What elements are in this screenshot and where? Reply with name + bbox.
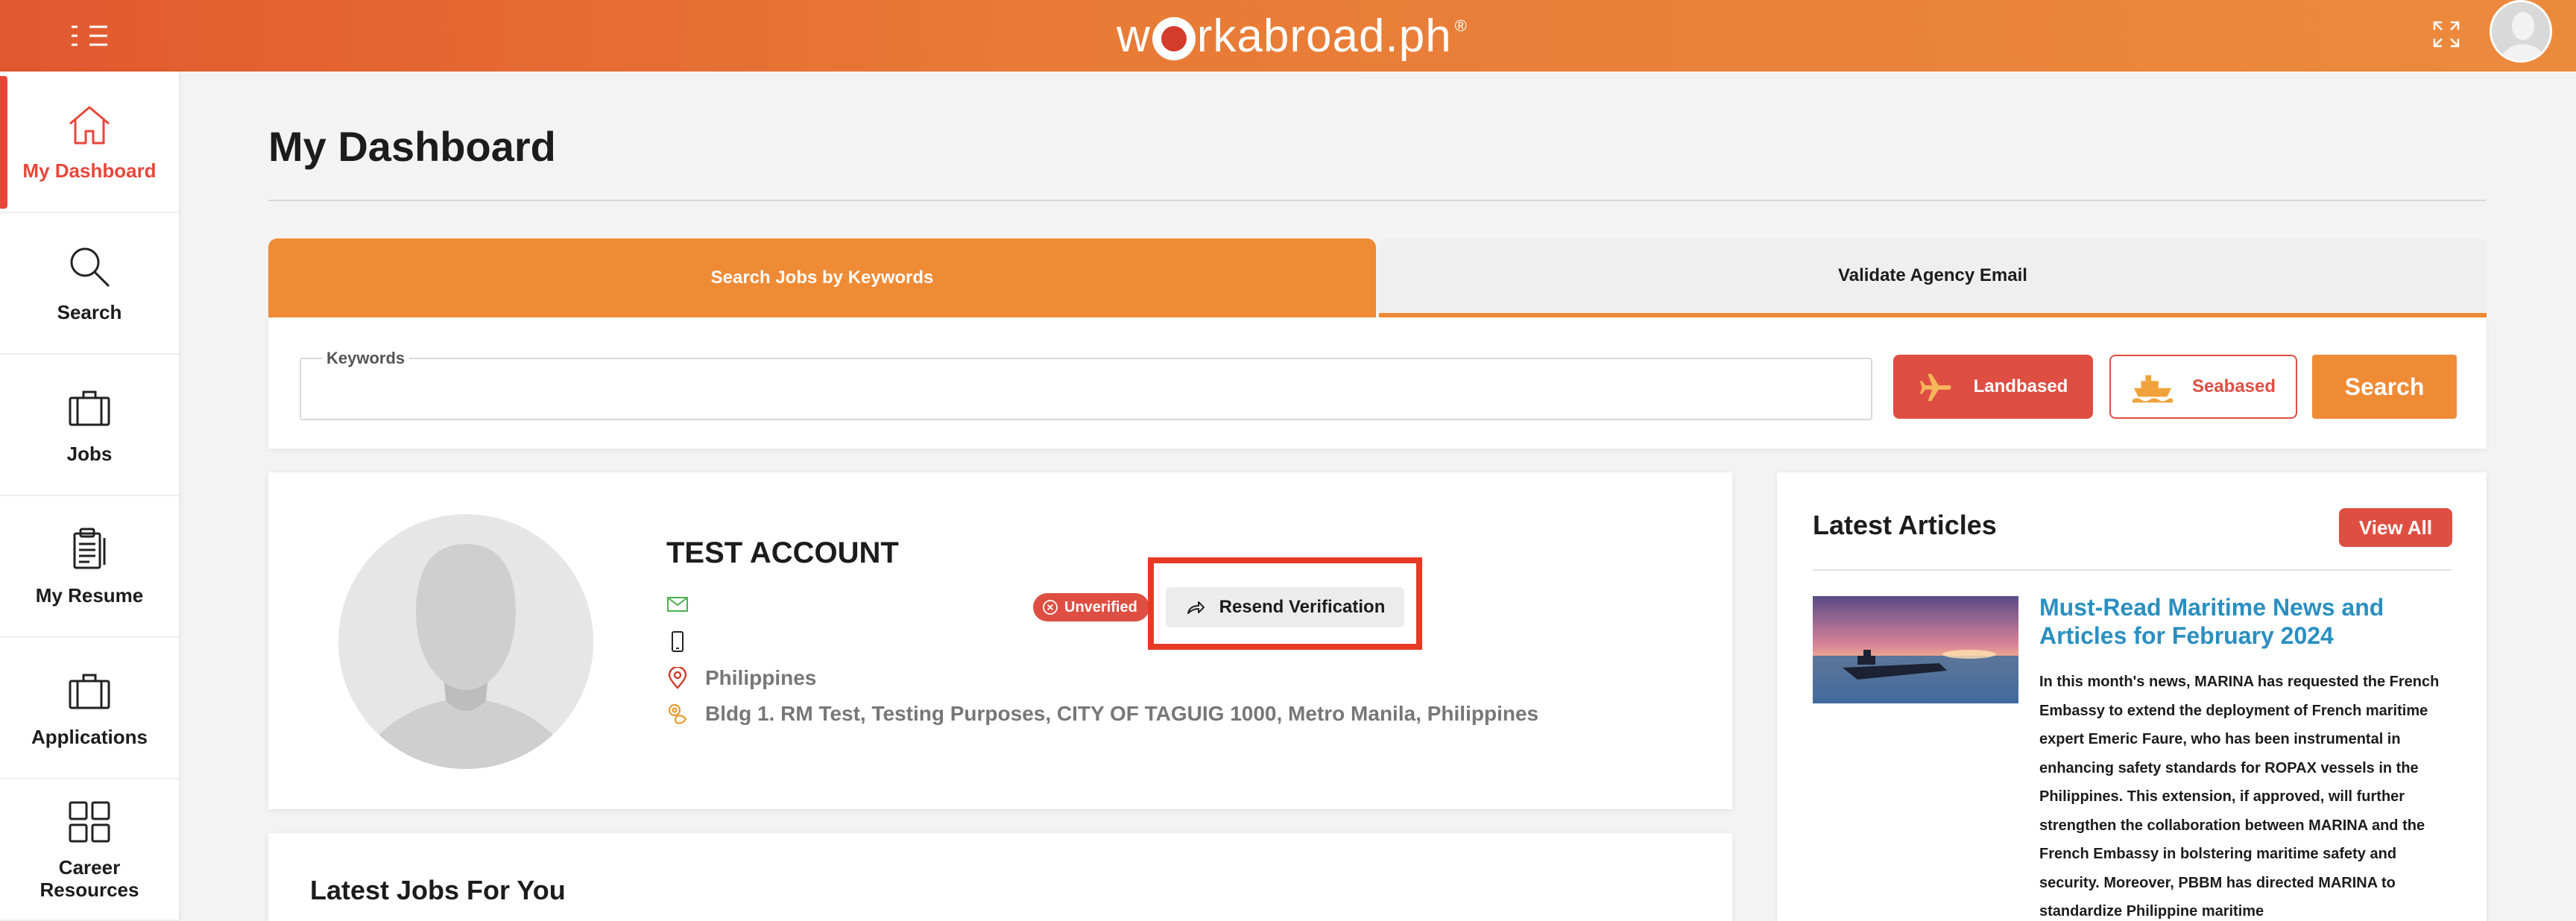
title-divider	[268, 200, 2487, 201]
view-all-articles-button[interactable]: View All	[2339, 508, 2452, 547]
logo-text-left: w	[1117, 10, 1151, 62]
profile-name: TEST ACCOUNT	[666, 537, 899, 569]
profile-card: TEST ACCOUNT Philippines Bldg 1. RM Test…	[268, 472, 1732, 809]
location-pin-icon	[668, 667, 687, 689]
seabased-button[interactable]: Seabased	[2109, 355, 2297, 419]
airplane-icon	[1919, 373, 1951, 402]
share-arrow-icon	[1187, 601, 1205, 614]
search-tabs: Search Jobs by Keywords Validate Agency …	[268, 238, 2487, 317]
page-title: My Dashboard	[268, 123, 556, 170]
envelope-icon	[667, 597, 688, 612]
unverified-status-badge: Unverified	[1033, 593, 1149, 621]
landbased-label: Landbased	[1973, 376, 2068, 396]
sidebar-item-jobs[interactable]: Jobs	[0, 355, 179, 496]
sidebar-item-my-resume[interactable]: My Resume	[0, 496, 179, 638]
sidebar: My Dashboard Search Jobs My Resume Appli…	[0, 72, 179, 921]
keywords-field-wrapper	[300, 358, 1872, 420]
article-title-link[interactable]: Must-Read Maritime News and Articles for…	[2039, 593, 2452, 650]
profile-phone-row	[666, 630, 705, 653]
mobile-phone-icon	[672, 631, 684, 652]
applications-icon	[69, 674, 110, 709]
latest-articles-card: Latest Articles View All Must-Read Marit…	[1777, 472, 2487, 921]
profile-email-row	[666, 593, 705, 615]
briefcase-icon	[69, 390, 110, 426]
profile-country-row: Philippines	[666, 666, 816, 690]
articles-divider	[1813, 569, 2452, 571]
close-circle-icon	[1043, 600, 1058, 615]
keywords-input[interactable]	[301, 359, 1871, 419]
sidebar-item-applications[interactable]: Applications	[0, 638, 179, 779]
seabased-label: Seabased	[2191, 376, 2276, 396]
sidebar-item-search[interactable]: Search	[0, 213, 179, 355]
latest-articles-title: Latest Articles	[1813, 510, 1997, 540]
search-panel: Keywords Landbased Seabased Search	[268, 317, 2487, 449]
keywords-label: Keywords	[322, 349, 410, 368]
sidebar-item-label: Career Resources	[40, 856, 139, 901]
search-button[interactable]: Search	[2312, 355, 2457, 419]
article-thumbnail[interactable]	[1813, 596, 2018, 703]
fullscreen-expand-icon[interactable]	[2431, 19, 2461, 49]
logo-registered-mark: ®	[1454, 16, 1468, 35]
sidebar-item-label: Search	[57, 301, 122, 323]
profile-avatar	[338, 514, 593, 769]
top-bar: w rkabroad.ph ®	[0, 0, 2576, 72]
profile-address-row: Bldg 1. RM Test, Testing Purposes, CITY …	[666, 702, 1538, 726]
resend-verification-label: Resend Verification	[1219, 597, 1386, 617]
tab-validate-agency-email[interactable]: Validate Agency Email	[1379, 238, 2487, 317]
sidebar-item-label: Applications	[31, 726, 148, 748]
tab-search-jobs-by-keywords[interactable]: Search Jobs by Keywords	[268, 238, 1376, 317]
unverified-label: Unverified	[1064, 598, 1137, 615]
search-icon	[70, 247, 110, 288]
latest-jobs-card: Latest Jobs For You	[268, 833, 1732, 921]
profile-address: Bldg 1. RM Test, Testing Purposes, CITY …	[705, 702, 1539, 725]
resume-icon	[73, 528, 106, 569]
ship-icon	[2132, 375, 2174, 403]
sidebar-item-my-dashboard[interactable]: My Dashboard	[0, 72, 179, 213]
resend-verification-button[interactable]: Resend Verification	[1166, 587, 1404, 627]
sidebar-item-label: My Resume	[35, 584, 144, 607]
landbased-button[interactable]: Landbased	[1893, 355, 2093, 419]
article-excerpt: In this month's news, MARINA has request…	[2039, 674, 2440, 920]
latest-jobs-title: Latest Jobs For You	[310, 875, 566, 905]
grid-icon	[69, 801, 110, 843]
home-icon	[69, 106, 110, 145]
user-avatar[interactable]	[2490, 0, 2552, 63]
map-location-icon	[668, 703, 687, 724]
sidebar-item-label: My Dashboard	[22, 159, 157, 182]
sidebar-item-career-resources[interactable]: Career Resources	[0, 779, 179, 921]
menu-toggle-icon[interactable]	[70, 22, 112, 49]
workabroad-logo[interactable]: w rkabroad.ph ®	[1117, 6, 1468, 66]
logo-text-right: rkabroad.ph	[1196, 10, 1452, 62]
profile-country: Philippines	[705, 666, 817, 689]
sidebar-item-label: Jobs	[66, 443, 113, 465]
logo-globe-icon	[1152, 17, 1196, 60]
